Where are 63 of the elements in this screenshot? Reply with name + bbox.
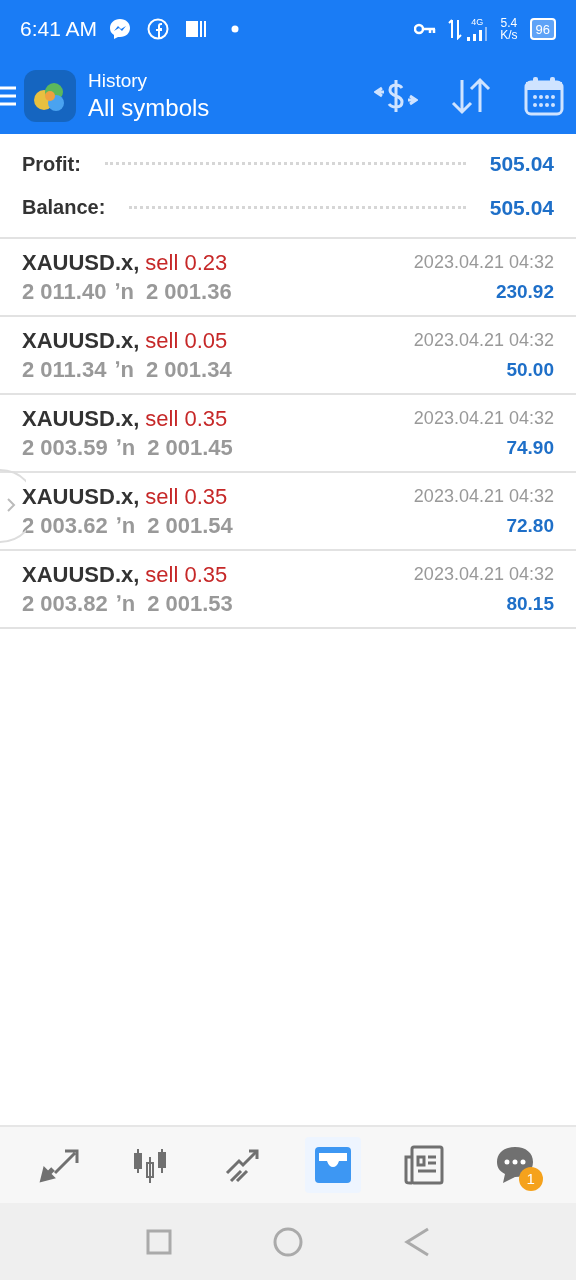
signal-icon	[466, 26, 489, 41]
messenger-icon	[109, 18, 132, 40]
deal-symbol: XAUUSD.x,	[22, 405, 140, 432]
deal-side: sell 0.35	[145, 405, 228, 432]
unread-badge: 1	[518, 1167, 543, 1191]
calendar-icon[interactable]	[524, 76, 564, 116]
recents-icon[interactable]	[146, 1228, 173, 1255]
nav-tab[interactable]: 1	[486, 1137, 543, 1193]
close-price: 2 001.45	[147, 434, 233, 461]
price-arrow: ʼn	[114, 356, 134, 383]
close-price: 2 001.54	[147, 512, 233, 539]
open-price: 2 003.62	[22, 512, 108, 539]
header-title: History	[88, 69, 149, 93]
open-price: 2 003.59	[22, 434, 108, 461]
summary-value: 505.04	[489, 151, 554, 177]
deal-profit: 74.90	[506, 436, 554, 460]
deal-side: sell 0.35	[145, 561, 228, 588]
close-price: 2 001.36	[146, 278, 232, 305]
app-logo-icon	[24, 70, 76, 122]
menu-icon[interactable]	[0, 85, 16, 107]
deal-time: 2023.04.21 04:32	[413, 407, 554, 430]
app-icon	[185, 18, 208, 40]
key-icon	[414, 23, 437, 35]
summary-label: Profit:	[22, 151, 81, 177]
open-price: 2 003.82	[22, 590, 108, 617]
deal-symbol: XAUUSD.x,	[22, 327, 140, 354]
speed-unit: K/s	[500, 29, 518, 41]
close-price: 2 001.34	[146, 356, 232, 383]
deal-symbol: XAUUSD.x,	[22, 483, 140, 510]
summary-label: Balance:	[22, 195, 106, 221]
deal-profit: 230.92	[495, 280, 554, 304]
open-price: 2 011.40	[22, 278, 107, 305]
status-time: 6:41 AM	[20, 16, 98, 43]
dot-icon	[231, 25, 240, 33]
speed-value: 5.4	[500, 17, 518, 29]
deal-time: 2023.04.21 04:32	[413, 563, 554, 586]
sort-icon[interactable]	[450, 76, 492, 116]
price-arrow: ʼn	[114, 278, 134, 305]
header-subtitle: All symbols	[88, 93, 210, 123]
close-price: 2 001.53	[147, 590, 233, 617]
back-icon[interactable]	[403, 1226, 430, 1257]
deal-side: sell 0.23	[145, 249, 228, 276]
home-icon[interactable]	[273, 1226, 303, 1257]
price-arrow: ʼn	[115, 512, 136, 539]
facebook-icon	[147, 18, 170, 40]
summary-value: 505.04	[489, 194, 554, 221]
price-arrow: ʼn	[115, 434, 136, 461]
deal-profit: 72.80	[506, 514, 554, 538]
deal-side: sell 0.35	[145, 483, 228, 510]
deal-profit: 80.15	[506, 592, 554, 616]
deal-time: 2023.04.21 04:32	[413, 329, 554, 352]
price-arrow: ʼn	[115, 590, 136, 617]
battery-indicator: 96	[529, 18, 556, 40]
deal-profit: 50.00	[506, 358, 554, 382]
deal-symbol: XAUUSD.x,	[22, 561, 140, 588]
nav-tab[interactable]	[305, 1137, 362, 1193]
deal-time: 2023.04.21 04:32	[413, 485, 554, 508]
data-arrows-icon	[448, 18, 463, 40]
network-type: 4G	[471, 17, 484, 27]
deal-time: 2023.04.21 04:32	[413, 251, 554, 274]
open-price: 2 011.34	[22, 356, 107, 383]
deal-symbol: XAUUSD.x,	[22, 249, 140, 276]
deal-side: sell 0.05	[145, 327, 228, 354]
